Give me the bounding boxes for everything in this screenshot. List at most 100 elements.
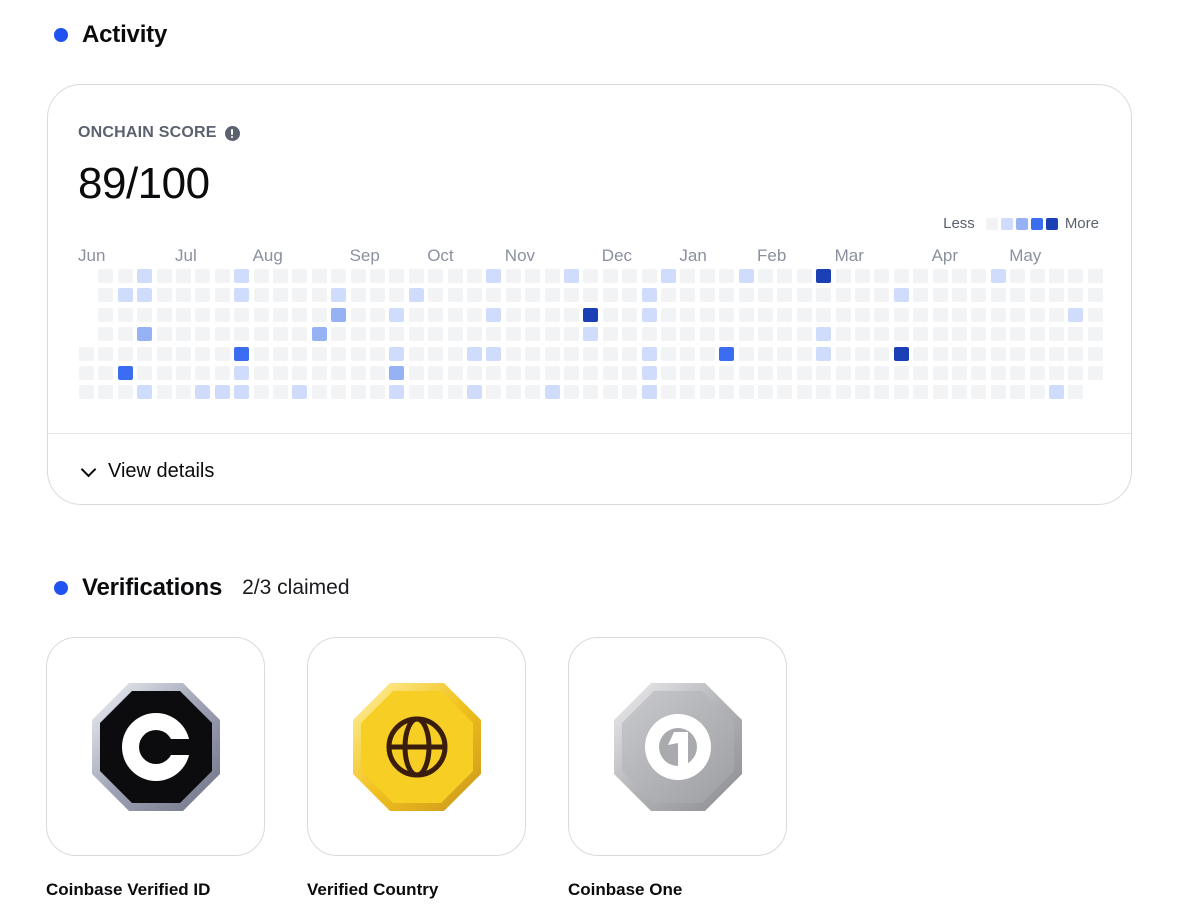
verification-card-country[interactable]: [307, 637, 526, 856]
heatmap-cell: [389, 346, 405, 361]
heatmap-cell: [117, 307, 133, 322]
heatmap-cell: [370, 327, 385, 342]
heatmap-cell: [1087, 307, 1103, 322]
heatmap-cell: [253, 385, 269, 400]
heatmap-cell: [719, 327, 735, 342]
info-icon[interactable]: [224, 125, 240, 141]
heatmap-cell: [428, 327, 444, 342]
heatmap-cell: [389, 288, 405, 303]
heatmap-cell: [389, 366, 405, 380]
heatmap-cell: [758, 346, 773, 361]
view-details-button[interactable]: View details: [80, 460, 214, 483]
heatmap-cell: [408, 288, 424, 303]
activity-card: ONCHAIN SCORE 89/100 Less More Jun Jul Aug…: [47, 84, 1132, 505]
heatmap-cell: [913, 288, 929, 303]
heatmap-cell: [1010, 307, 1026, 322]
heatmap-cell: [1010, 327, 1026, 342]
heatmap-cell: [214, 385, 230, 400]
legend-less-label: Less: [943, 215, 975, 232]
heatmap-cell: [758, 366, 773, 380]
heatmap-cell: [273, 307, 288, 322]
heatmap-cell: [932, 366, 948, 380]
heatmap-cell: [932, 385, 948, 400]
heatmap-cell: [370, 288, 385, 303]
heatmap-cell: [564, 385, 579, 400]
heatmap-cell: [428, 366, 444, 380]
heatmap-cell: [1010, 346, 1026, 361]
heatmap-cell: [796, 307, 812, 322]
heatmap-cell: [292, 366, 308, 380]
heatmap-cell: [680, 288, 696, 303]
heatmap-cell: [932, 288, 948, 303]
heatmap-cell: [525, 327, 541, 342]
heatmap-cell: [971, 288, 987, 303]
heatmap-cell: [952, 307, 967, 322]
heatmap-cell: [486, 327, 502, 342]
heatmap-cell: [1029, 327, 1045, 342]
globe-badge-icon: [352, 682, 481, 811]
heatmap-cell: [98, 346, 114, 361]
heatmap-cell: [350, 366, 366, 380]
heatmap-cell: [1068, 327, 1084, 342]
heatmap-cell: [738, 327, 754, 342]
heatmap-cell: [874, 288, 890, 303]
heatmap-cell: [602, 327, 618, 342]
heatmap-cell: [1087, 288, 1103, 303]
heatmap-cell: [699, 288, 715, 303]
verification-card-coinbase-id[interactable]: [46, 637, 265, 856]
heatmap-cell: [1029, 307, 1045, 322]
heatmap-cell: [331, 346, 347, 361]
heatmap-cell: [214, 269, 230, 283]
heatmap-month-labels: Jun Jul Aug Sep Oct Nov Dec Jan Feb Mar Apr May: [78, 246, 1108, 268]
heatmap-cell: [641, 366, 657, 380]
heatmap-cell: [952, 269, 967, 283]
heatmap-cell: [467, 307, 482, 322]
heatmap-cell: [583, 366, 599, 380]
heatmap-cell: [564, 307, 579, 322]
heatmap-cell: [1010, 288, 1026, 303]
heatmap-cell: [214, 307, 230, 322]
heatmap-cell: [311, 307, 327, 322]
heatmap-cell: [253, 307, 269, 322]
heatmap-cell: [156, 366, 172, 380]
heatmap-cell: [583, 269, 599, 283]
heatmap-cell: [137, 366, 153, 380]
heatmap-cell: [758, 385, 773, 400]
heatmap-cell: [176, 288, 191, 303]
heatmap-cell: [505, 288, 521, 303]
heatmap-cell: [195, 385, 211, 400]
heatmap-cell: [370, 385, 385, 400]
heatmap-cell: [370, 269, 385, 283]
heatmap-cell: [273, 269, 288, 283]
onchain-score-label: ONCHAIN SCORE: [78, 124, 240, 142]
heatmap-cell: [176, 366, 191, 380]
heatmap-cell: [971, 269, 987, 283]
heatmap-cell: [932, 346, 948, 361]
heatmap-cell: [234, 385, 250, 400]
heatmap-cell: [544, 385, 560, 400]
heatmap-cell: [447, 327, 463, 342]
heatmap-cell: [544, 366, 560, 380]
heatmap-cell: [1010, 269, 1026, 283]
heatmap-cell: [389, 307, 405, 322]
heatmap-cell: [505, 327, 521, 342]
heatmap-cell: [1010, 385, 1026, 400]
heatmap-cell: [1049, 346, 1064, 361]
heatmap-cell: [1029, 269, 1045, 283]
heatmap-cell: [971, 327, 987, 342]
month-label-jul: Jul: [175, 246, 197, 265]
heatmap-cell: [835, 288, 851, 303]
view-details-label: View details: [108, 460, 215, 482]
heatmap-cell: [486, 346, 502, 361]
heatmap-cell: [156, 385, 172, 400]
heatmap-cell: [699, 366, 715, 380]
heatmap-cell: [680, 346, 696, 361]
verification-label-coinbase-one: Coinbase One: [568, 880, 683, 899]
heatmap-cell: [137, 288, 153, 303]
verification-card-coinbase-one[interactable]: [568, 637, 787, 856]
heatmap-cell: [777, 269, 793, 283]
heatmap-cell: [816, 366, 832, 380]
heatmap-cell: [544, 327, 560, 342]
heatmap-cell: [855, 288, 870, 303]
heatmap-cell: [1029, 385, 1045, 400]
